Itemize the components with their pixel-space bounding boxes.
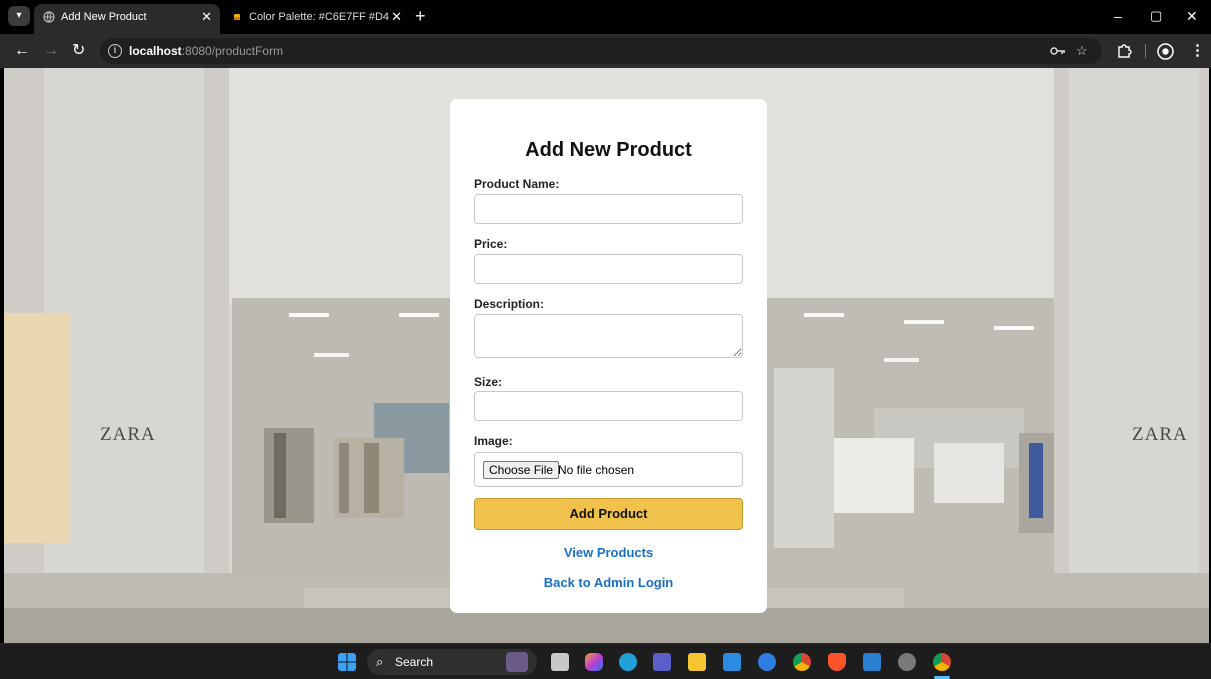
form-title: Add New Product — [525, 139, 692, 161]
forward-arrow-icon[interactable]: → — [43, 41, 59, 61]
image-label: Image: — [474, 434, 513, 448]
toolbar-divider — [1145, 44, 1146, 58]
back-to-admin-login-link[interactable]: Back to Admin Login — [450, 575, 767, 590]
file-explorer-icon[interactable] — [688, 653, 706, 671]
taskbar-search-box[interactable]: ⌕ Search — [367, 649, 537, 675]
minimize-button[interactable]: – — [1114, 6, 1122, 26]
price-input[interactable] — [474, 254, 743, 284]
size-input[interactable] — [474, 391, 743, 421]
tab-close-icon[interactable]: ✕ — [201, 4, 212, 30]
globe-icon — [43, 11, 55, 23]
app-icon[interactable] — [863, 653, 881, 671]
taskbar-search-label: Search — [395, 655, 434, 669]
tab-title: Color Palette: #C6E7FF #D4F6FF — [249, 11, 389, 23]
new-tab-button[interactable]: + — [415, 6, 426, 26]
page-viewport: ZARA ZARA Add New Product Product Name: … — [4, 68, 1209, 643]
chrome-icon[interactable] — [793, 653, 811, 671]
windows-taskbar: ⌕ Search — [0, 643, 1211, 679]
tab-title: Add New Product — [61, 11, 147, 23]
help-icon[interactable] — [758, 653, 776, 671]
teams-icon[interactable] — [653, 653, 671, 671]
search-highlight-icon — [506, 652, 528, 672]
store-sign-right: ZARA — [1132, 424, 1188, 445]
palette-favicon-icon — [234, 14, 240, 20]
site-info-icon[interactable]: i — [108, 44, 122, 58]
tab-search-menu-button[interactable]: ▾ — [8, 6, 30, 26]
address-toolbar: ← → ↻ i localhost:8080/productForm ☆ ⋮ — [0, 34, 1211, 68]
store-sign-left: ZARA — [100, 424, 156, 445]
extensions-puzzle-icon[interactable] — [1116, 43, 1132, 59]
search-icon: ⌕ — [376, 654, 384, 669]
start-icon[interactable] — [338, 653, 356, 671]
size-label: Size: — [474, 375, 503, 389]
tab-close-icon[interactable]: ✕ — [391, 4, 402, 30]
browser-menu-icon[interactable]: ⋮ — [1190, 41, 1205, 61]
choose-file-button[interactable]: Choose File — [483, 461, 560, 479]
edge-icon[interactable] — [619, 653, 637, 671]
brave-icon[interactable] — [828, 653, 846, 671]
address-bar[interactable]: i localhost:8080/productForm ☆ — [100, 38, 1102, 64]
product-name-label: Product Name: — [474, 177, 560, 191]
add-product-card: Add New Product Product Name: Price: Des… — [450, 99, 767, 613]
url-text[interactable]: localhost:8080/productForm — [129, 38, 283, 64]
password-key-icon[interactable] — [1050, 45, 1066, 57]
maximize-button[interactable]: ▢ — [1150, 6, 1162, 26]
tab-add-new-product[interactable]: Add New Product ✕ — [34, 4, 220, 34]
file-status-text: No file chosen — [558, 463, 635, 477]
add-product-button[interactable]: Add Product — [474, 498, 743, 530]
bookmark-star-icon[interactable]: ☆ — [1076, 38, 1088, 64]
settings-icon[interactable] — [898, 653, 916, 671]
copilot-icon[interactable] — [585, 653, 603, 671]
description-textarea[interactable] — [474, 314, 743, 358]
description-label: Description: — [474, 297, 545, 311]
close-window-button[interactable]: ✕ — [1186, 6, 1198, 26]
profile-avatar-icon[interactable] — [1157, 43, 1174, 60]
reload-icon[interactable]: ↻ — [72, 41, 85, 61]
view-products-link[interactable]: View Products — [450, 545, 767, 560]
store-icon[interactable] — [723, 653, 741, 671]
back-arrow-icon[interactable]: ← — [14, 41, 30, 61]
task-view-icon[interactable] — [551, 653, 569, 671]
tab-color-palette[interactable]: Color Palette: #C6E7FF #D4F6FF ✕ — [222, 4, 410, 34]
image-file-input[interactable]: Choose File No file chosen — [474, 452, 743, 487]
product-name-input[interactable] — [474, 194, 743, 224]
chrome-active-icon[interactable] — [933, 653, 951, 671]
price-label: Price: — [474, 237, 508, 251]
tab-bar: ▾ Add New Product ✕ Color Palette: #C6E7… — [0, 0, 1211, 34]
